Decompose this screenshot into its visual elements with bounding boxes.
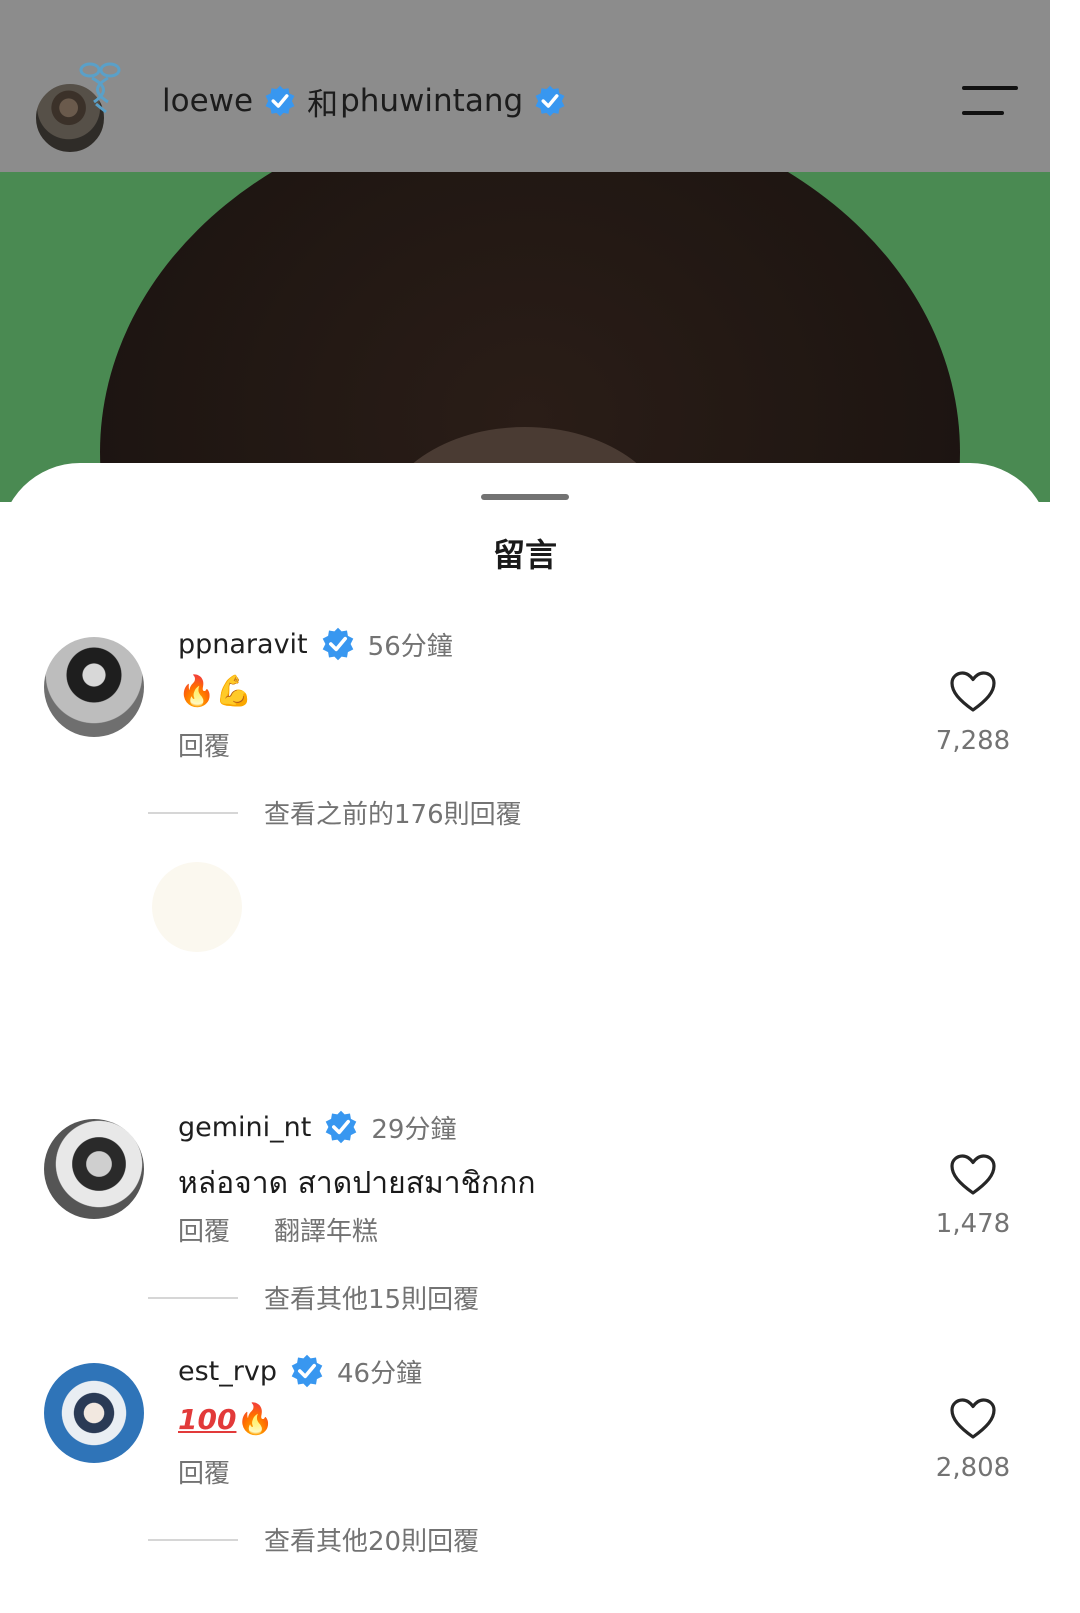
comment-actions: 回覆 xyxy=(178,1453,230,1490)
verified-badge-icon xyxy=(535,85,565,117)
hundred-emoji: 100 xyxy=(178,1403,237,1436)
commenter-avatar[interactable] xyxy=(44,637,144,737)
view-replies[interactable]: 查看其他15則回覆 xyxy=(148,1279,479,1316)
like-count: 7,288 xyxy=(935,726,1011,756)
comment-username[interactable]: gemini_nt xyxy=(178,1112,311,1143)
post-photo xyxy=(0,172,1050,502)
verified-badge-icon xyxy=(322,627,353,661)
heart-icon[interactable] xyxy=(949,1153,997,1197)
comment-header: ppnaravit 56分鐘 xyxy=(178,624,453,664)
collab-avatars[interactable] xyxy=(34,58,134,154)
like-count: 1,478 xyxy=(935,1209,1011,1239)
reply-button[interactable]: 回覆 xyxy=(178,1453,230,1490)
commenter-avatar[interactable] xyxy=(44,1363,144,1463)
comment-header: gemini_nt 29分鐘 xyxy=(178,1107,456,1147)
reply-button[interactable]: 回覆 xyxy=(178,726,230,763)
fire-emoji: 🔥 xyxy=(236,1402,274,1437)
sheet-title: 留言 xyxy=(492,536,557,574)
view-replies-label[interactable]: 查看之前的176則回覆 xyxy=(264,794,522,831)
heart-icon[interactable] xyxy=(949,670,997,714)
faded-avatar xyxy=(152,862,242,952)
like-count: 2,808 xyxy=(935,1453,1011,1483)
account-name-2[interactable]: phuwintang xyxy=(340,83,523,119)
comments-sheet xyxy=(0,463,1050,1563)
comment-actions: 回覆 xyxy=(178,726,230,763)
verified-badge-icon xyxy=(265,85,295,117)
comment-text: หล่อจาด สาดปายสมาชิกกก xyxy=(178,1166,536,1201)
translate-button[interactable]: 翻譯年糕 xyxy=(274,1211,378,1248)
thread-line xyxy=(148,811,238,814)
reply-button[interactable]: 回覆 xyxy=(178,1211,230,1248)
view-replies-label[interactable]: 查看其他15則回覆 xyxy=(264,1279,479,1316)
collab-title: loewe 和 phuwintang xyxy=(162,76,567,126)
verified-badge-icon xyxy=(326,1110,357,1144)
verified-badge-icon xyxy=(291,1354,323,1388)
view-replies-label[interactable]: 查看其他20則回覆 xyxy=(264,1521,479,1558)
menu-icon[interactable] xyxy=(962,84,1018,118)
comment-text: 100🔥 xyxy=(178,1402,274,1437)
like-control: 1,478 xyxy=(930,1153,1016,1239)
post-header: loewe 和 phuwintang xyxy=(0,0,1050,172)
comment-time: 29分鐘 xyxy=(371,1114,457,1145)
view-replies[interactable]: 查看其他20則回覆 xyxy=(148,1521,479,1558)
like-control: 2,808 xyxy=(930,1397,1016,1483)
thread-line xyxy=(148,1296,238,1299)
comment-text: 🔥💪 xyxy=(178,674,253,709)
thread-line xyxy=(148,1538,238,1541)
view-replies[interactable]: 查看之前的176則回覆 xyxy=(148,794,522,831)
comment-username[interactable]: est_rvp xyxy=(178,1356,277,1387)
comment-username[interactable]: ppnaravit xyxy=(178,629,308,660)
account-name-1[interactable]: loewe xyxy=(162,83,253,119)
comment-actions: 回覆 翻譯年糕 xyxy=(178,1211,378,1248)
commenter-avatar[interactable] xyxy=(44,1119,144,1219)
like-control: 7,288 xyxy=(930,670,1016,756)
comment-header: est_rvp 46分鐘 xyxy=(178,1351,422,1391)
heart-icon[interactable] xyxy=(949,1397,997,1441)
loewe-logo xyxy=(79,62,121,114)
sheet-drag-handle[interactable] xyxy=(481,494,569,500)
comment-time: 46分鐘 xyxy=(336,1358,423,1389)
collab-joiner: 和 xyxy=(307,86,339,123)
comment-time: 56分鐘 xyxy=(367,631,453,662)
